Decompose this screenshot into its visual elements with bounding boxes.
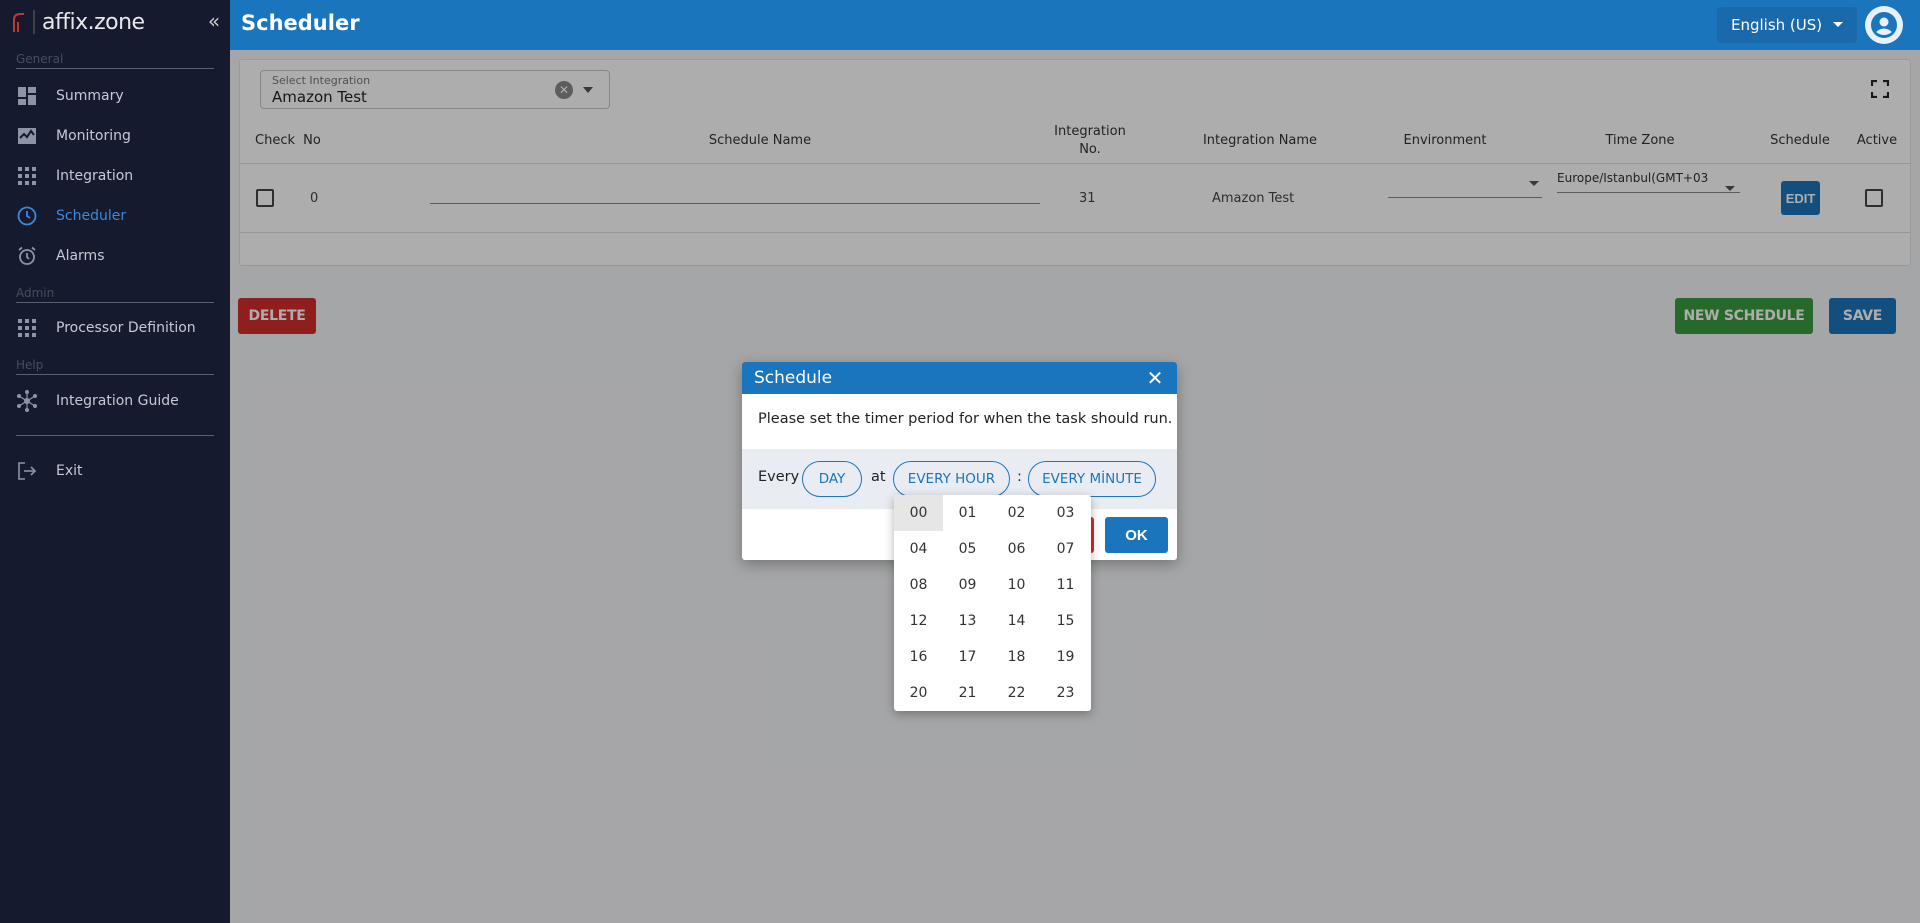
hour-option[interactable]: 05 — [943, 531, 992, 567]
language-value: English (US) — [1731, 16, 1823, 34]
hour-option[interactable]: 10 — [992, 567, 1041, 603]
sidebar-item-integration[interactable]: Integration — [16, 162, 214, 190]
clock-icon — [16, 205, 38, 227]
page-title: Scheduler — [241, 11, 360, 35]
sidebar-item-scheduler[interactable]: Scheduler — [16, 202, 214, 230]
hour-option[interactable]: 16 — [894, 639, 943, 675]
hour-option[interactable]: 14 — [992, 603, 1041, 639]
sidebar-item-label: Integration Guide — [56, 393, 179, 409]
dialog-message: Please set the timer period for when the… — [758, 411, 1173, 427]
sidebar-item-label: Monitoring — [56, 128, 131, 144]
sidebar-item-label: Summary — [56, 88, 124, 104]
sidebar-item-label: Integration — [56, 168, 134, 184]
grid-icon — [16, 165, 38, 187]
dialog-title: Schedule — [754, 368, 833, 388]
dialog-header: Schedule ✕ — [742, 362, 1177, 394]
hour-option[interactable]: 07 — [1041, 531, 1090, 567]
collapse-sidebar-icon[interactable]: « — [204, 10, 224, 34]
hour-option[interactable]: 09 — [943, 567, 992, 603]
colon-separator: : — [1017, 469, 1022, 485]
hour-option[interactable]: 22 — [992, 675, 1041, 711]
section-label-admin: Admin — [16, 286, 214, 303]
sidebar-item-label: Exit — [56, 463, 83, 479]
alarm-icon — [16, 245, 38, 267]
period-value: DAY — [818, 471, 846, 487]
hour-option[interactable]: 03 — [1041, 495, 1090, 531]
hour-option[interactable]: 01 — [943, 495, 992, 531]
hour-option[interactable]: 21 — [943, 675, 992, 711]
ok-button[interactable]: OK — [1105, 517, 1168, 553]
hour-option[interactable]: 15 — [1041, 603, 1090, 639]
sidebar-item-integration-guide[interactable]: Integration Guide — [16, 387, 214, 415]
chevron-down-icon — [1833, 22, 1843, 27]
hour-option[interactable]: 20 — [894, 675, 943, 711]
dashboard-icon — [16, 85, 38, 107]
logo-mark-icon — [13, 10, 35, 34]
network-icon — [16, 390, 38, 412]
grid-icon — [16, 317, 38, 339]
hour-option[interactable]: 06 — [992, 531, 1041, 567]
minute-value: EVERY MİNUTE — [1042, 471, 1142, 487]
language-select[interactable]: English (US) — [1717, 7, 1857, 43]
hour-option[interactable]: 18 — [992, 639, 1041, 675]
hour-option[interactable]: 08 — [894, 567, 943, 603]
hour-option[interactable]: 23 — [1041, 675, 1090, 711]
minute-select[interactable]: EVERY MİNUTE — [1028, 461, 1156, 497]
monitoring-icon — [16, 125, 38, 147]
hour-option[interactable]: 13 — [943, 603, 992, 639]
account-circle-icon — [1871, 12, 1897, 38]
user-avatar[interactable] — [1865, 6, 1903, 44]
hour-select[interactable]: EVERY HOUR — [893, 461, 1010, 497]
hour-option[interactable]: 12 — [894, 603, 943, 639]
app-logo[interactable]: affix.zone — [8, 4, 145, 40]
sidebar-item-label: Scheduler — [56, 208, 127, 224]
hour-dropdown-menu: 00 01 02 03 04 05 06 07 08 09 10 11 12 13 14 15 16 17 18 19… — [894, 495, 1091, 711]
exit-icon — [16, 460, 38, 482]
period-select-day[interactable]: DAY — [802, 461, 862, 497]
sidebar-item-label: Processor Definition — [56, 320, 196, 336]
hour-value: EVERY HOUR — [907, 471, 996, 487]
logo-text: affix.zone — [42, 9, 145, 35]
hour-option[interactable]: 02 — [992, 495, 1041, 531]
every-label: Every — [758, 469, 800, 485]
section-label-help: Help — [16, 358, 214, 375]
section-label-general: General — [16, 52, 214, 69]
sidebar-divider — [16, 435, 214, 436]
sidebar-item-summary[interactable]: Summary — [16, 82, 214, 110]
sidebar-item-exit[interactable]: Exit — [16, 457, 214, 485]
hour-option[interactable]: 17 — [943, 639, 992, 675]
hour-option[interactable]: 19 — [1041, 639, 1090, 675]
sidebar-item-alarms[interactable]: Alarms — [16, 242, 214, 270]
top-header: Scheduler English (US) — [230, 0, 1920, 50]
close-icon[interactable]: ✕ — [1144, 367, 1166, 389]
sidebar-item-label: Alarms — [56, 248, 105, 264]
sidebar-item-monitoring[interactable]: Monitoring — [16, 122, 214, 150]
at-label: at — [871, 469, 886, 485]
hour-option[interactable]: 11 — [1041, 567, 1090, 603]
hour-option[interactable]: 00 — [894, 495, 943, 531]
sidebar-item-processor-definition[interactable]: Processor Definition — [16, 314, 214, 342]
sidebar: affix.zone « General Summary Monitoring … — [0, 0, 230, 923]
hour-option[interactable]: 04 — [894, 531, 943, 567]
